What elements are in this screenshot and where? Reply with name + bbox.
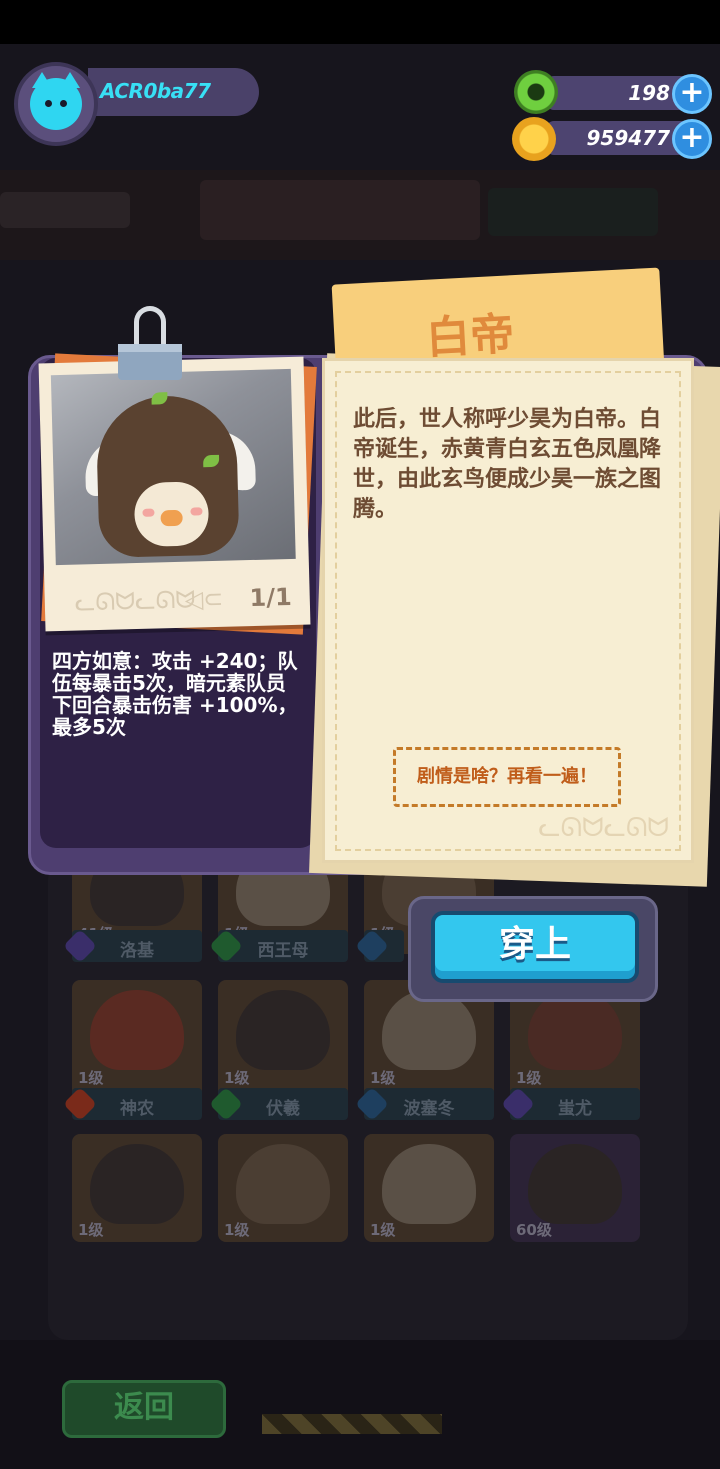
- charm-portrait: [50, 368, 296, 566]
- charm-photo-card: ᓚᘏᗢᓚᘏᗢ ◁⊂ 1/1: [38, 356, 311, 632]
- character-level: 1级: [370, 1221, 396, 1239]
- background-shelf-left: [0, 192, 130, 228]
- character-card[interactable]: 1级: [218, 1134, 348, 1242]
- character-level: 1级: [224, 1069, 250, 1087]
- character-name-bar: 神农: [63, 1087, 202, 1121]
- character-portrait: [236, 990, 330, 1070]
- back-button[interactable]: 返回: [62, 1380, 226, 1438]
- character-name: 波塞冬: [403, 1099, 455, 1119]
- character-portrait: [236, 1144, 330, 1224]
- avatar: [30, 72, 82, 130]
- story-text: 此后，世人称呼少昊为白帝。白帝诞生，赤黄青白玄五色凤凰降世，由此玄鸟便成少昊一族…: [353, 407, 662, 522]
- fish-doodle-icon: ◁⊂: [184, 584, 224, 614]
- add-coins-button[interactable]: +: [672, 119, 712, 159]
- cat-eye-icon: [45, 100, 52, 107]
- character-name-bar: 伏羲: [209, 1087, 348, 1121]
- cat-doodle-icon: ᓚᘏᗢᓚᘏᗢ: [538, 813, 669, 843]
- player-avatar-frame[interactable]: [14, 62, 98, 146]
- background-shelf-right: [488, 188, 658, 236]
- character-portrait: [528, 1144, 622, 1224]
- character-card[interactable]: 1级: [72, 1134, 202, 1242]
- character-level: 1级: [78, 1069, 104, 1087]
- coin-count: 959477: [586, 126, 671, 150]
- photo-count: 1/1: [249, 582, 293, 613]
- coin-planet-icon: [512, 117, 556, 161]
- status-bar: [0, 0, 720, 44]
- character-name: 西王母: [257, 941, 309, 961]
- character-card[interactable]: 1级: [218, 980, 348, 1098]
- character-level: 1级: [224, 1221, 250, 1239]
- character-name-bar: 西王母: [209, 929, 348, 963]
- character-portrait: [90, 1144, 184, 1224]
- character-card[interactable]: 60级: [510, 1134, 640, 1242]
- equip-button-frame: 穿上: [408, 896, 658, 1002]
- background-shelf-center: [200, 180, 480, 240]
- character-beak: [160, 509, 183, 527]
- character-level: 1级: [516, 1069, 542, 1087]
- character-name-bar: 波塞冬: [355, 1087, 494, 1121]
- player-name: ACR0ba77: [100, 79, 211, 103]
- character-card[interactable]: 1级: [364, 1134, 494, 1242]
- add-gems-button[interactable]: +: [672, 74, 712, 114]
- character-level: 60级: [516, 1221, 552, 1239]
- story-paper: 此后，世人称呼少昊为白帝。白帝诞生，赤黄青白玄五色凤凰降世，由此玄鸟便成少昊一族…: [322, 358, 694, 863]
- character-portrait: [382, 990, 476, 1070]
- character-level: 1级: [78, 1221, 104, 1239]
- character-portrait: [528, 990, 622, 1070]
- cat-ear-icon: [32, 72, 52, 88]
- character-name: 洛基: [120, 941, 154, 961]
- hazard-stripe: [262, 1414, 442, 1434]
- character-portrait: [382, 1144, 476, 1224]
- cat-eye-icon: [60, 100, 67, 107]
- replay-story-button[interactable]: 剧情是啥？再看一遍！: [393, 747, 621, 807]
- clip-base: [118, 344, 182, 380]
- character-name: 神农: [120, 1099, 154, 1119]
- player-name-pill[interactable]: ACR0ba77: [88, 68, 259, 116]
- cheek: [190, 507, 203, 516]
- character-portrait: [90, 990, 184, 1070]
- gem-donut-icon: [514, 70, 558, 114]
- character-level: 1级: [370, 1069, 396, 1087]
- cat-doodle-icon: ᓚᘏᗢᓚᘏᗢ: [74, 585, 196, 617]
- character-card[interactable]: 1级: [72, 980, 202, 1098]
- equip-button[interactable]: 穿上: [431, 911, 639, 983]
- charm-title: 白帝: [424, 308, 516, 365]
- character-name-bar: 蚩尤: [501, 1087, 640, 1121]
- paper-clip-icon: [118, 306, 182, 382]
- character-name: 伏羲: [266, 1099, 300, 1119]
- character-name-bar: [355, 929, 404, 963]
- cat-ear-icon: [60, 72, 80, 88]
- charm-skill-description: 四方如意：攻击 +240；队伍每暴击5次，暗元素队员下回合暴击伤害 +100%，…: [52, 649, 298, 739]
- gem-count: 198: [628, 81, 670, 105]
- character-name: 蚩尤: [558, 1099, 592, 1119]
- cheek: [142, 508, 155, 517]
- character-name-bar: 洛基: [63, 929, 202, 963]
